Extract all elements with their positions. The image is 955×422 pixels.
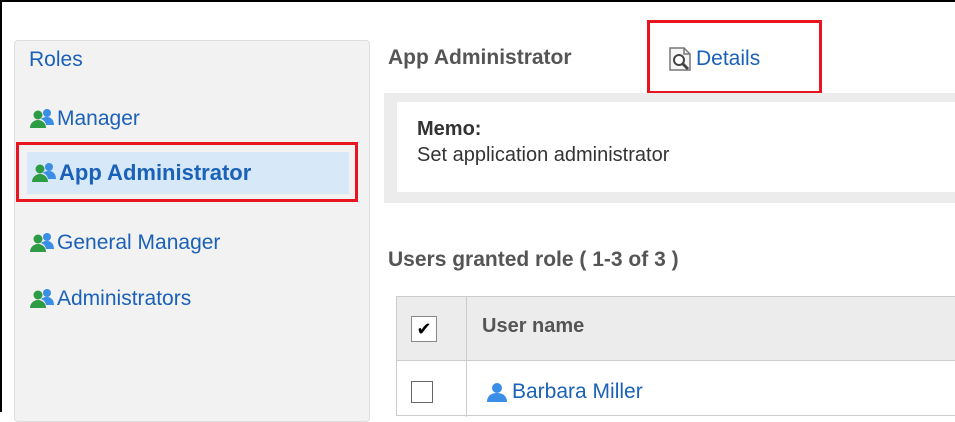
sidebar-item-label: General Manager xyxy=(57,231,221,254)
users-granted-heading: Users granted role ( 1-3 of 3 ) xyxy=(388,248,679,271)
sidebar-item-administrators[interactable]: Administrators xyxy=(29,284,191,314)
memo-text: Set application administrator xyxy=(417,144,670,166)
column-header-username[interactable]: User name xyxy=(482,315,584,338)
sidebar-item-label: Administrators xyxy=(57,287,192,310)
roles-title: Roles xyxy=(29,48,83,71)
page-title: App Administrator xyxy=(388,46,572,69)
column-divider xyxy=(466,297,467,417)
sidebar-item-label: Manager xyxy=(57,107,140,130)
sidebar-item-general-manager[interactable]: General Manager xyxy=(29,228,220,258)
user-icon xyxy=(487,383,507,402)
user-link-barbara-miller[interactable]: Barbara Miller xyxy=(486,380,643,404)
frame-top-border xyxy=(0,0,955,2)
select-all-checkbox[interactable]: ✔ xyxy=(411,316,437,342)
group-icon xyxy=(30,109,54,128)
frame-left-border xyxy=(0,0,2,412)
row-checkbox[interactable] xyxy=(411,381,433,403)
group-icon xyxy=(30,233,54,252)
user-name: Barbara Miller xyxy=(512,380,643,403)
highlight-box-selected-role xyxy=(16,142,358,202)
row-divider xyxy=(397,360,955,361)
sidebar-item-manager[interactable]: Manager xyxy=(29,104,140,134)
table-header-row xyxy=(397,297,955,360)
group-icon xyxy=(30,289,54,308)
memo-label: Memo: xyxy=(417,118,482,140)
highlight-box-details xyxy=(647,20,822,94)
